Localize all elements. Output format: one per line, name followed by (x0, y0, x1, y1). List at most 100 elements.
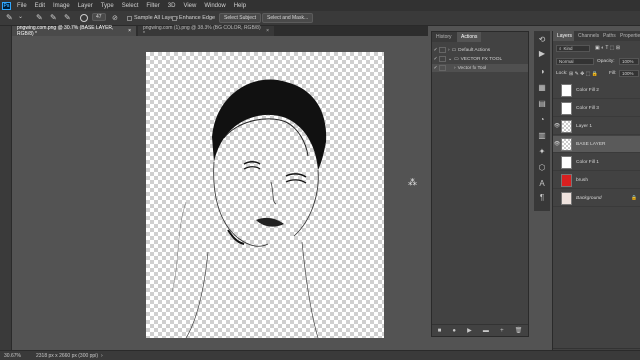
chevron-right-icon[interactable]: › (448, 48, 450, 53)
3d-cube-icon[interactable]: ⬡ (537, 163, 547, 173)
record-icon[interactable]: ● (452, 328, 456, 334)
libraries-icon[interactable]: ▤ (537, 99, 547, 109)
action-label: Vector fx Tool (457, 65, 487, 71)
menu-select[interactable]: Select (118, 3, 143, 9)
brush-size-field[interactable]: 47 (92, 13, 106, 21)
tab-pngwing-1[interactable]: pngwing.com (1).png @ 38.3% (BG COLOR, R… (138, 25, 274, 37)
tab-properties[interactable]: Properties (616, 31, 640, 41)
layer-name: Color Fill 3 (576, 105, 599, 111)
play-icon[interactable]: ▶ (467, 327, 472, 334)
portrait-sketch-image (171, 79, 327, 339)
new-action-icon[interactable]: + (500, 328, 504, 334)
layer-row-color-fill-3[interactable]: Color Fill 3 (553, 100, 640, 117)
action-set-vector-fx[interactable]: ✓ ⌄ ▭ VECTOR FX TOOL (432, 55, 528, 63)
stop-icon[interactable]: ■ (438, 328, 442, 334)
visibility-eye-icon[interactable]: 👁 (553, 141, 561, 147)
layer-row-layer-1[interactable]: 👁 Layer 1 (553, 118, 640, 135)
new-selection-brush-icon[interactable]: ✎ (36, 13, 43, 22)
enhance-edge-checkbox[interactable] (172, 15, 177, 21)
layer-thumbnail (561, 83, 572, 97)
trash-icon[interactable]: 🗑 (515, 327, 523, 334)
actions-play-icon[interactable]: ▶ (537, 49, 547, 59)
brush-size-icon[interactable] (80, 14, 88, 22)
lock-icons[interactable]: ⊞ ✎ ✥ ⬚ 🔒 (569, 71, 598, 77)
menu-help[interactable]: Help (230, 3, 250, 9)
action-check-icon[interactable]: ✓ (432, 66, 439, 71)
color-icon[interactable]: ◔ (537, 115, 547, 125)
tab-history[interactable]: History (432, 32, 457, 42)
lock-label: Lock: (556, 71, 568, 76)
close-icon[interactable]: × (266, 28, 269, 34)
dialog-toggle-icon[interactable] (439, 47, 446, 53)
layer-row-color-fill-2[interactable]: Color Fill 2 (553, 82, 640, 99)
tab-paths[interactable]: Paths (599, 31, 616, 41)
panel-dock: ⟲ ▶ ◑ ▦ ▤ ◔ ▥ ✦ ⬡ A ¶ (534, 31, 550, 211)
subtract-selection-brush-icon[interactable]: ✎ (64, 13, 71, 22)
tool-preset-chevron-icon[interactable]: ⌄ (18, 13, 23, 20)
adjustments-icon[interactable]: ◑ (537, 67, 547, 77)
dialog-toggle-icon[interactable] (439, 65, 446, 71)
zoom-level[interactable]: 30.67% (4, 353, 30, 359)
action-check-icon[interactable]: ✓ (432, 48, 439, 53)
enhance-edge-toggle[interactable]: Enhance Edge (172, 15, 215, 21)
photoshop-logo-icon[interactable]: Ps (2, 1, 11, 10)
add-to-selection-brush-icon[interactable]: ✎ (50, 13, 57, 22)
fill-field[interactable]: 100% (619, 70, 639, 77)
quick-selection-tool-icon[interactable]: ✎ (6, 13, 13, 22)
opacity-value: 100% (622, 59, 634, 64)
gradients-icon[interactable]: ▥ (537, 131, 547, 141)
action-label: VECTOR FX TOOL (460, 56, 503, 62)
tab-layers[interactable]: Layers (553, 31, 574, 41)
close-icon[interactable]: × (128, 28, 131, 34)
visibility-eye-icon[interactable]: 👁 (553, 123, 561, 129)
menu-bar: Ps File Edit Image Layer Type Select Fil… (0, 0, 640, 11)
document-canvas[interactable] (146, 52, 384, 339)
sample-all-layers-checkbox[interactable] (127, 15, 132, 21)
sample-all-layers-toggle[interactable]: Sample All Layers (127, 15, 178, 21)
menu-filter[interactable]: Filter (142, 3, 163, 9)
select-subject-button[interactable]: Select Subject (219, 13, 261, 23)
menu-edit[interactable]: Edit (31, 3, 49, 9)
menu-file[interactable]: File (13, 3, 31, 9)
action-set-default[interactable]: ✓ › ▭ Default Actions (432, 46, 528, 54)
document-info[interactable]: 2318 px x 2660 px (300 ppi) (36, 353, 98, 359)
chevron-right-icon[interactable]: › (454, 66, 456, 71)
opacity-label: Opacity: (597, 59, 615, 64)
tab-channels[interactable]: Channels (574, 31, 599, 41)
tab-actions[interactable]: Actions (457, 32, 481, 42)
paragraph-icon[interactable]: ¶ (537, 193, 547, 203)
menu-image[interactable]: Image (49, 3, 74, 9)
brush-angle-icon[interactable]: ⊘ (112, 14, 118, 22)
options-bar: ✎ ⌄ ✎ ✎ ✎ 47 ⊘ Sample All Layers Enhance… (0, 11, 640, 26)
history-icon[interactable]: ⟲ (537, 35, 547, 45)
dialog-toggle-icon[interactable] (439, 56, 446, 62)
blend-mode-select[interactable]: Normal (556, 58, 594, 65)
chevron-down-icon[interactable]: ⌄ (448, 57, 452, 62)
menu-window[interactable]: Window (200, 3, 229, 9)
action-check-icon[interactable]: ✓ (432, 57, 439, 62)
menu-3d[interactable]: 3D (164, 3, 180, 9)
layer-name: Layer 1 (576, 123, 592, 129)
select-and-mask-button[interactable]: Select and Mask... (262, 13, 314, 23)
type-icon[interactable]: A (537, 179, 547, 189)
fill-value: 100% (622, 71, 634, 76)
action-vector-fx-tool[interactable]: ✓ › Vector fx Tool (432, 64, 528, 72)
layer-row-background[interactable]: Background 🔒 (553, 190, 640, 207)
layer-row-brush[interactable]: brush (553, 172, 640, 189)
layer-row-base-layer[interactable]: 👁 BASE LAYER (553, 136, 640, 153)
chevron-right-icon[interactable]: › (101, 353, 103, 359)
tab-pngwing[interactable]: pngwing.com.png @ 30.7% (BASE LAYER, RGB… (12, 25, 136, 37)
swatches-icon[interactable]: ▦ (537, 83, 547, 93)
layer-row-color-fill-1[interactable]: Color Fill 1 (553, 154, 640, 171)
opacity-field[interactable]: 100% (619, 58, 639, 65)
search-icon: ⌕ (559, 46, 562, 51)
menu-type[interactable]: Type (97, 3, 118, 9)
menu-layer[interactable]: Layer (74, 3, 97, 9)
new-set-icon[interactable]: ▬ (483, 328, 489, 334)
filter-icons[interactable]: ▣ ◐ T ⬚ ⊞ (595, 45, 620, 51)
layer-kind-filter[interactable]: ⌕ Kind (556, 45, 590, 52)
menu-view[interactable]: View (179, 3, 200, 9)
action-label: Default Actions (458, 47, 491, 53)
styles-icon[interactable]: ✦ (537, 147, 547, 157)
status-bar: 30.67% 2318 px x 2660 px (300 ppi) › (0, 350, 640, 360)
